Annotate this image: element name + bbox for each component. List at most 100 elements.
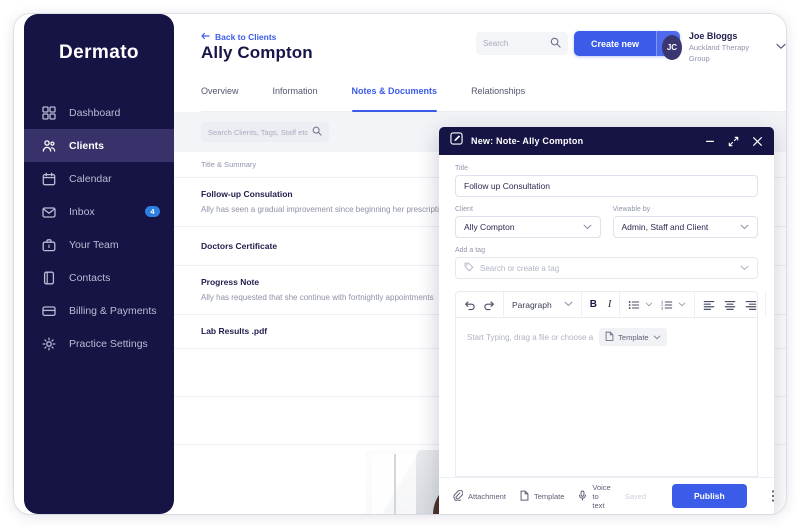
editor-toolbar: Paragraph B I 123 bbox=[455, 291, 767, 318]
calendar-icon bbox=[42, 172, 56, 186]
align-left-icon[interactable] bbox=[703, 299, 715, 311]
italic-button[interactable]: I bbox=[608, 299, 611, 310]
undo-icon[interactable] bbox=[464, 299, 476, 311]
sidebar-item-clients[interactable]: Clients bbox=[24, 129, 174, 162]
sidebar-item-label: Calendar bbox=[69, 172, 112, 185]
microphone-icon bbox=[578, 490, 587, 503]
sidebar-item-dashboard[interactable]: Dashboard bbox=[24, 96, 174, 129]
tag-field-group: Add a tag Search or create a tag bbox=[455, 247, 758, 279]
client-select[interactable]: Ally Compton bbox=[455, 216, 601, 238]
sidebar-item-inbox[interactable]: Inbox 4 bbox=[24, 195, 174, 228]
envelope-icon bbox=[42, 205, 56, 219]
create-new-label[interactable]: Create new bbox=[574, 31, 657, 56]
user-name: Joe Bloggs bbox=[688, 31, 738, 41]
paragraph-style-label: Paragraph bbox=[512, 299, 552, 310]
page-title: Ally Compton bbox=[201, 43, 313, 62]
sidebar-item-your-team[interactable]: Your Team bbox=[24, 228, 174, 261]
viewable-by-select[interactable]: Admin, Staff and Client bbox=[612, 216, 758, 238]
avatar: JC bbox=[662, 34, 682, 60]
chevron-down-icon[interactable] bbox=[645, 300, 653, 309]
chevron-down-icon[interactable] bbox=[564, 300, 573, 309]
paragraph-style-group[interactable]: Paragraph bbox=[504, 292, 582, 317]
user-menu[interactable]: JC Joe Bloggs Auckland Therapy Group bbox=[662, 30, 786, 64]
viewable-select-value: Admin, Staff and Client bbox=[621, 222, 709, 232]
publish-button[interactable]: Publish bbox=[672, 484, 747, 508]
search-icon[interactable] bbox=[312, 123, 322, 141]
notes-search[interactable] bbox=[201, 122, 329, 142]
editor-placeholder-text: Start Typing, drag a file or choose a bbox=[467, 332, 594, 342]
briefcase-icon bbox=[42, 238, 56, 252]
tag-input[interactable]: Search or create a tag bbox=[455, 257, 758, 279]
list-group: 123 bbox=[620, 292, 696, 317]
chevron-down-icon[interactable] bbox=[678, 300, 686, 309]
modal-header: New: Note- Ally Compton bbox=[439, 127, 774, 155]
align-center-icon[interactable] bbox=[724, 299, 736, 311]
note-editor[interactable]: Start Typing, drag a file or choose a Te… bbox=[455, 318, 758, 477]
paperclip-icon bbox=[453, 489, 464, 503]
sidebar-item-label: Your Team bbox=[69, 238, 119, 251]
title-input[interactable]: Follow up Consultation bbox=[455, 175, 758, 197]
global-search[interactable] bbox=[476, 32, 568, 55]
document-icon bbox=[520, 490, 529, 503]
notes-search-input[interactable] bbox=[208, 127, 308, 137]
saved-status: Saved bbox=[624, 491, 647, 501]
search-icon[interactable] bbox=[550, 35, 561, 53]
voice-to-text-label: Voice to text bbox=[592, 482, 611, 510]
modal-title: New: Note- Ally Compton bbox=[471, 136, 584, 146]
redo-icon[interactable] bbox=[483, 299, 495, 311]
app-window: Dermato Dashboard Clients Calendar Inbox… bbox=[14, 14, 786, 514]
voice-to-text-button[interactable]: Voice to text bbox=[578, 482, 611, 510]
tag-icon bbox=[464, 262, 474, 274]
card-icon bbox=[42, 304, 56, 318]
chevron-down-icon[interactable] bbox=[776, 42, 786, 53]
chevron-down-icon bbox=[653, 333, 661, 342]
document-icon bbox=[605, 331, 614, 343]
maximize-icon[interactable] bbox=[728, 136, 739, 147]
sidebar-item-label: Contacts bbox=[69, 271, 111, 284]
chevron-down-icon[interactable] bbox=[740, 263, 749, 273]
grid-icon bbox=[42, 105, 56, 120]
sidebar-item-label: Practice Settings bbox=[69, 337, 148, 350]
modal-window-controls bbox=[705, 136, 763, 147]
background-window bbox=[372, 454, 416, 514]
sidebar-item-billing-payments[interactable]: Billing & Payments bbox=[24, 294, 174, 327]
more-menu-icon[interactable] bbox=[771, 489, 774, 504]
attachment-label: Attachment bbox=[468, 491, 506, 501]
template-chip-button[interactable]: Template bbox=[599, 328, 667, 346]
template-button[interactable]: Template bbox=[520, 490, 564, 503]
tab-overview[interactable]: Overview bbox=[201, 86, 239, 111]
tab-relationships[interactable]: Relationships bbox=[471, 86, 525, 111]
chevron-down-icon bbox=[740, 222, 749, 232]
close-icon[interactable] bbox=[752, 136, 763, 147]
arrow-left-icon bbox=[201, 32, 210, 42]
client-field-group: Client Ally Compton bbox=[455, 206, 601, 238]
sidebar-item-practice-settings[interactable]: Practice Settings bbox=[24, 327, 174, 360]
client-select-value: Ally Compton bbox=[464, 222, 515, 232]
search-input[interactable] bbox=[483, 39, 549, 48]
editor-placeholder: Start Typing, drag a file or choose a Te… bbox=[467, 328, 746, 346]
sidebar-item-label: Dashboard bbox=[69, 106, 121, 119]
template-chip-label: Template bbox=[618, 332, 649, 342]
back-to-clients-link[interactable]: Back to Clients bbox=[201, 32, 276, 42]
tag-placeholder: Search or create a tag bbox=[480, 263, 560, 273]
sidebar-item-label: Clients bbox=[69, 139, 105, 152]
numbered-list-icon[interactable]: 123 bbox=[661, 299, 673, 311]
inbox-badge: 4 bbox=[145, 206, 160, 217]
bulleted-list-icon[interactable] bbox=[628, 299, 640, 311]
sidebar-nav: Dashboard Clients Calendar Inbox 4 Your … bbox=[24, 96, 174, 360]
sidebar-item-contacts[interactable]: Contacts bbox=[24, 261, 174, 294]
sidebar-item-label: Billing & Payments bbox=[69, 304, 157, 317]
minimize-icon[interactable] bbox=[705, 136, 715, 146]
title-field-label: Title bbox=[455, 165, 468, 172]
people-icon bbox=[42, 139, 56, 153]
tab-notes-documents[interactable]: Notes & Documents bbox=[351, 86, 437, 112]
gear-icon bbox=[42, 337, 56, 351]
sidebar: Dermato Dashboard Clients Calendar Inbox… bbox=[24, 14, 174, 514]
tab-information[interactable]: Information bbox=[273, 86, 318, 111]
template-label: Template bbox=[533, 491, 565, 501]
bold-button[interactable]: B bbox=[590, 299, 597, 310]
align-right-icon[interactable] bbox=[745, 299, 757, 311]
attachment-button[interactable]: Attachment bbox=[453, 489, 506, 503]
sidebar-item-calendar[interactable]: Calendar bbox=[24, 162, 174, 195]
modal-body: Title Follow up Consultation Client Ally… bbox=[439, 155, 774, 477]
